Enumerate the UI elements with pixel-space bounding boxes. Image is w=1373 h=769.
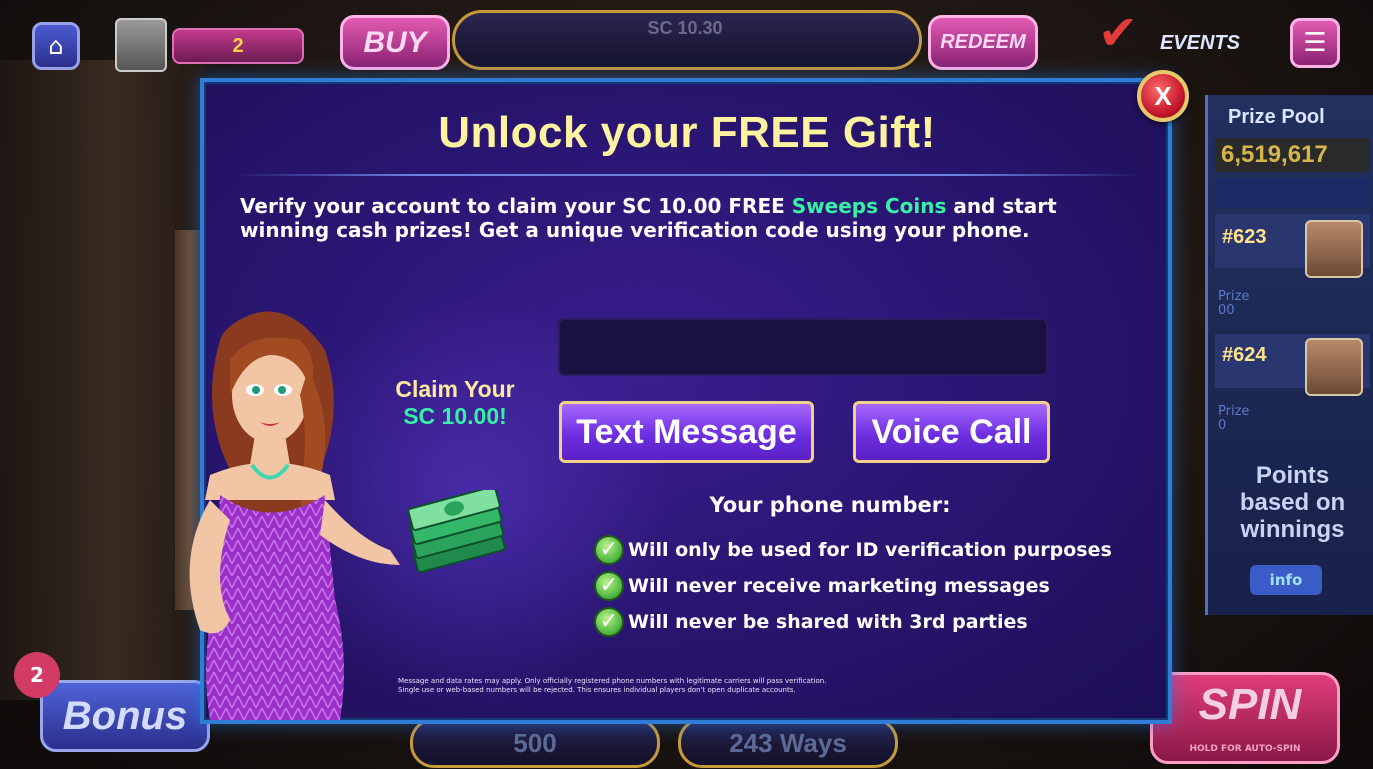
bullet-text: Will never receive marketing messages	[628, 575, 1050, 597]
rank-number: #624	[1222, 344, 1267, 366]
rank-avatar	[1305, 338, 1363, 396]
rank-prize-value: 0	[1218, 418, 1227, 433]
checkmark-icon: ✓	[594, 607, 624, 637]
top-bar: ⌂ 2 BUY SC 10.30 REDEEM ✔ EVENTS ☰	[0, 0, 1373, 78]
hamburger-menu-icon: ☰	[1303, 28, 1327, 58]
buy-button[interactable]: BUY	[340, 15, 450, 70]
hostess-character-illustration	[189, 311, 400, 720]
voice-call-button[interactable]: Voice Call	[853, 401, 1050, 463]
points-line: winnings	[1240, 516, 1345, 543]
sweeps-coins-highlight: Sweeps Coins	[791, 194, 947, 218]
rank-prize-label: Prize	[1218, 404, 1250, 419]
cash-stack-icon	[407, 490, 506, 574]
home-icon: ⌂	[48, 32, 64, 60]
modal-description: Verify your account to claim your SC 10.…	[240, 194, 1140, 242]
redeem-label: REDEEM	[940, 31, 1026, 53]
close-button[interactable]: X	[1137, 70, 1189, 122]
claim-line: Claim Your	[395, 376, 515, 402]
prize-pool-title: Prize Pool	[1228, 106, 1325, 128]
bullet-text: Will never be shared with 3rd parties	[628, 611, 1028, 633]
bonus-count-badge: 2	[14, 652, 60, 698]
menu-button[interactable]: ☰	[1290, 18, 1340, 68]
fine-print: Message and data rates may apply. Only o…	[398, 677, 1118, 695]
privacy-bullet-list: ✓ Will only be used for ID verification …	[594, 532, 1154, 640]
close-icon: X	[1154, 80, 1172, 111]
phone-number-heading: Your phone number:	[709, 493, 951, 517]
phone-number-input[interactable]	[558, 318, 1048, 376]
title-divider	[234, 174, 1140, 176]
claim-amount: SC 10.00!	[403, 403, 507, 429]
bullet-text: Will only be used for ID verification pu…	[628, 539, 1112, 561]
level-indicator: 2	[172, 28, 304, 64]
description-text: Verify your account to claim your SC 10.…	[240, 194, 792, 218]
list-item: ✓ Will only be used for ID verification …	[594, 532, 1154, 568]
text-message-button[interactable]: Text Message	[559, 401, 814, 463]
home-button[interactable]: ⌂	[32, 22, 80, 70]
rank-prize: Prize 0	[1218, 405, 1249, 433]
modal-title: Unlock your FREE Gift!	[438, 108, 936, 157]
list-item: ✓ Will never be shared with 3rd parties	[594, 604, 1154, 640]
leaderboard-timer	[1215, 178, 1370, 208]
prize-pool-value: 6,519,617	[1215, 138, 1370, 172]
rank-avatar	[1305, 220, 1363, 278]
rank-number: #623	[1222, 226, 1267, 248]
bet-amount[interactable]: 500	[410, 718, 660, 768]
buy-label: BUY	[363, 25, 427, 59]
player-avatar[interactable]	[115, 18, 167, 72]
redeem-button[interactable]: REDEEM	[928, 15, 1038, 70]
rank-prize-label: Prize	[1218, 289, 1250, 304]
spin-label: SPIN	[1198, 680, 1302, 729]
events-label: EVENTS	[1159, 31, 1240, 54]
fine-print-line: Message and data rates may apply. Only o…	[398, 677, 827, 685]
level-value: 2	[232, 34, 244, 57]
checkmark-icon: ✓	[594, 571, 624, 601]
points-line: Points	[1255, 462, 1330, 489]
ways-indicator: 243 Ways	[678, 718, 898, 768]
points-line: based on	[1239, 489, 1346, 516]
claim-reward-label: Claim Your SC 10.00!	[380, 376, 530, 430]
spin-sub-label: HOLD FOR AUTO-SPIN	[1189, 744, 1301, 754]
coin-balance-readout: SC 10.30	[647, 18, 723, 38]
list-item: ✓ Will never receive marketing messages	[594, 568, 1154, 604]
fine-print-line: Single use or web-based numbers will be …	[398, 686, 796, 694]
points-description: Points based on winnings	[1215, 462, 1370, 543]
rank-prize-value: 00	[1218, 303, 1235, 318]
checkmark-icon: ✓	[594, 535, 624, 565]
info-button[interactable]: info	[1250, 565, 1322, 595]
events-button[interactable]: EVENTS	[1090, 18, 1250, 68]
rank-prize: Prize 00	[1218, 290, 1249, 318]
